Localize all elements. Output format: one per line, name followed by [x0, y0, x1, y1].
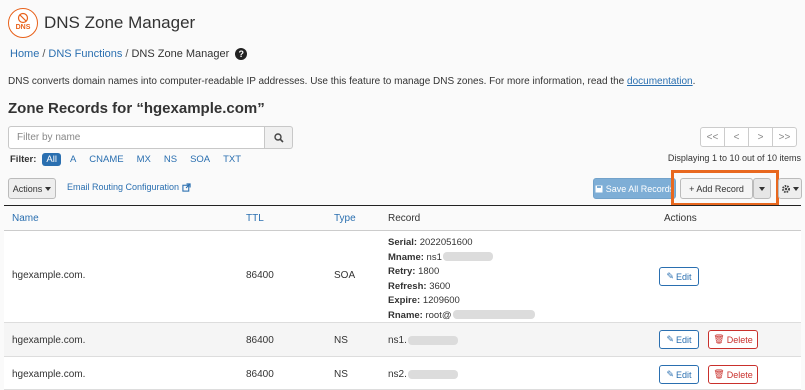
edit-button[interactable]: ✎ Edit — [659, 267, 699, 286]
delete-button[interactable]: 🗑 Delete — [708, 365, 758, 384]
column-header-type[interactable]: Type — [334, 213, 356, 224]
description-end: . — [692, 76, 696, 87]
breadcrumb-separator: / — [42, 48, 46, 60]
record-type: SOA — [334, 270, 356, 281]
record-ttl: 86400 — [246, 335, 274, 346]
filter-soa[interactable]: SOA — [186, 153, 214, 166]
soa-record-details: Serial: 2022051600 Mname: ns1 Retry: 180… — [388, 236, 535, 323]
pencil-icon: ✎ — [666, 334, 675, 344]
add-record-highlight — [671, 170, 779, 206]
soa-rname: Rname: root@ — [388, 309, 535, 324]
soa-expire: Expire: 1209600 — [388, 295, 460, 306]
description-text: DNS converts domain names into computer-… — [8, 76, 625, 87]
record-name: hgexample.com. — [12, 270, 86, 281]
edit-label: Edit — [676, 334, 692, 345]
filter-mx[interactable]: MX — [133, 153, 155, 166]
record-ttl: 86400 — [246, 270, 274, 281]
filter-txt[interactable]: TXT — [219, 153, 245, 166]
search-input[interactable] — [8, 126, 265, 149]
save-icon — [595, 185, 603, 192]
edit-button[interactable]: ✎ Edit — [659, 330, 699, 349]
trash-icon: 🗑 — [713, 369, 725, 379]
settings-dropdown-button[interactable] — [778, 178, 802, 199]
pager-last-button[interactable]: >> — [772, 127, 797, 147]
search-button[interactable] — [265, 126, 293, 149]
actions-dropdown-button[interactable]: Actions — [8, 178, 56, 199]
redacted-value — [407, 369, 458, 379]
record-type: NS — [334, 335, 348, 346]
pager-first-button[interactable]: << — [700, 127, 725, 147]
delete-label: Delete — [726, 369, 753, 380]
record-type-filter: Filter: All A CNAME MX NS SOA TXT — [10, 153, 250, 166]
breadcrumb-home[interactable]: Home — [10, 48, 39, 60]
breadcrumb-dns-functions[interactable]: DNS Functions — [48, 48, 122, 60]
pager-prev-button[interactable]: < — [724, 127, 749, 147]
globe-icon — [17, 12, 29, 24]
record-ttl: 86400 — [246, 369, 274, 380]
redacted-value — [452, 310, 535, 320]
soa-refresh: Refresh: 3600 — [388, 280, 451, 292]
filter-cname[interactable]: CNAME — [85, 153, 127, 166]
filter-label: Filter: — [10, 154, 37, 165]
column-header-record: Record — [388, 213, 421, 224]
delete-label: Delete — [726, 334, 753, 345]
record-type: NS — [334, 369, 348, 380]
logo-text: DNS — [15, 24, 31, 31]
gear-icon — [782, 184, 790, 193]
page-title: DNS Zone Manager — [44, 13, 196, 32]
edit-label: Edit — [676, 369, 692, 380]
breadcrumb-separator: / — [125, 48, 129, 60]
redacted-value — [407, 335, 458, 345]
table-row: hgexample.com. 86400 NS ns1. ✎ Edit 🗑 Dele… — [4, 323, 801, 357]
actions-label: Actions — [12, 183, 43, 194]
delete-button[interactable]: 🗑 Delete — [708, 330, 758, 349]
pager-next-button[interactable]: > — [748, 127, 773, 147]
caret-down-icon — [45, 186, 52, 191]
search-group — [8, 126, 293, 149]
pencil-icon: ✎ — [666, 271, 675, 281]
save-all-label: Save All Records — [605, 183, 675, 194]
pagination: << < > >> — [700, 127, 797, 147]
edit-button[interactable]: ✎ Edit — [659, 365, 699, 384]
email-routing-label: Email Routing Configuration — [67, 182, 180, 192]
record-value: ns1. — [388, 335, 458, 346]
breadcrumb: Home / DNS Functions / DNS Zone Manager … — [10, 48, 248, 60]
soa-serial: Serial: 2022051600 — [388, 237, 473, 248]
filter-a[interactable]: A — [66, 153, 80, 166]
table-row: hgexample.com. 86400 SOA Serial: 2022051… — [4, 231, 801, 323]
filter-all[interactable]: All — [42, 153, 61, 166]
page-description: DNS converts domain names into computer-… — [8, 76, 695, 87]
app-header: DNS DNS Zone Manager — [8, 8, 195, 38]
column-header-name[interactable]: Name — [12, 213, 39, 224]
record-name: hgexample.com. — [12, 335, 86, 346]
column-header-ttl[interactable]: TTL — [246, 213, 264, 224]
soa-retry: Retry: 1800 — [388, 266, 440, 277]
zone-records-title: Zone Records for “hgexample.com” — [8, 100, 265, 117]
caret-down-icon — [793, 186, 799, 191]
soa-mname: Mname: ns1 — [388, 251, 535, 266]
email-routing-link[interactable]: Email Routing Configuration — [67, 182, 191, 192]
table-header: Name TTL Type Record Actions — [4, 205, 801, 231]
trash-icon: 🗑 — [713, 334, 725, 344]
record-name: hgexample.com. — [12, 369, 86, 380]
display-info: Displaying 1 to 10 out of 10 items — [667, 153, 801, 163]
dns-logo: DNS — [8, 8, 38, 38]
breadcrumb-current: DNS Zone Manager — [131, 48, 230, 60]
edit-label: Edit — [676, 271, 692, 282]
help-icon[interactable]: ? — [235, 48, 248, 60]
redacted-value — [442, 252, 493, 262]
record-value: ns2. — [388, 369, 458, 380]
search-icon — [273, 132, 284, 143]
filter-ns[interactable]: NS — [160, 153, 181, 166]
documentation-link[interactable]: documentation — [627, 76, 693, 87]
column-header-actions: Actions — [664, 213, 697, 224]
external-link-icon — [182, 182, 191, 192]
pencil-icon: ✎ — [666, 369, 675, 379]
table-row: hgexample.com. 86400 NS ns2. ✎ Edit 🗑 Dele… — [4, 357, 801, 390]
save-all-records-button[interactable]: Save All Records — [593, 178, 676, 199]
